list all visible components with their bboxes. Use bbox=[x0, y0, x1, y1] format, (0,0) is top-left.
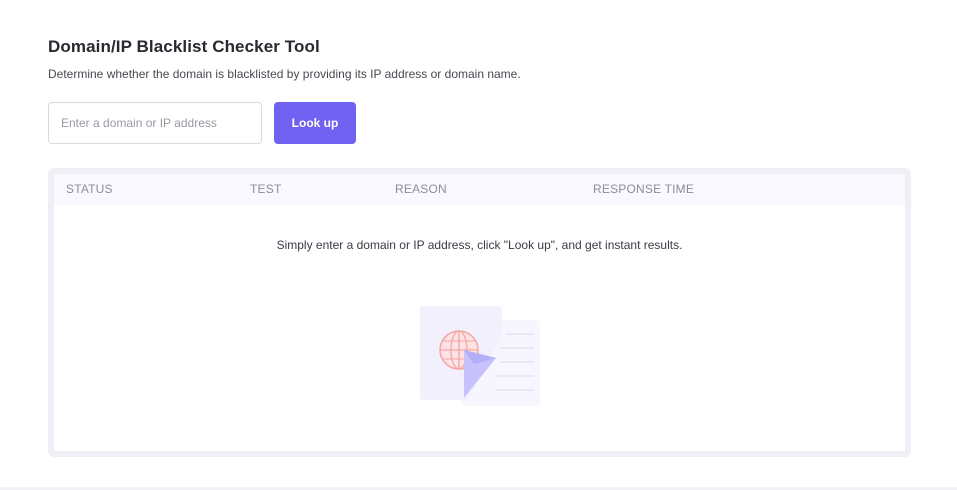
look-up-button[interactable]: Look up bbox=[274, 102, 356, 144]
page-title: Domain/IP Blacklist Checker Tool bbox=[48, 37, 320, 56]
column-header-reason: REASON bbox=[395, 182, 447, 196]
empty-state-message: Simply enter a domain or IP address, cli… bbox=[276, 238, 683, 252]
page-subtitle: Determine whether the domain is blacklis… bbox=[48, 67, 521, 81]
document-globe-icon bbox=[420, 306, 540, 406]
column-header-status: STATUS bbox=[66, 182, 113, 196]
column-header-response-time: RESPONSE TIME bbox=[593, 182, 695, 196]
table-header: STATUS TEST REASON RESPONSE TIME bbox=[54, 174, 905, 205]
search-input[interactable] bbox=[48, 102, 262, 144]
column-header-test: TEST bbox=[250, 182, 282, 196]
results-panel: STATUS TEST REASON RESPONSE TIME Simply … bbox=[48, 168, 911, 457]
